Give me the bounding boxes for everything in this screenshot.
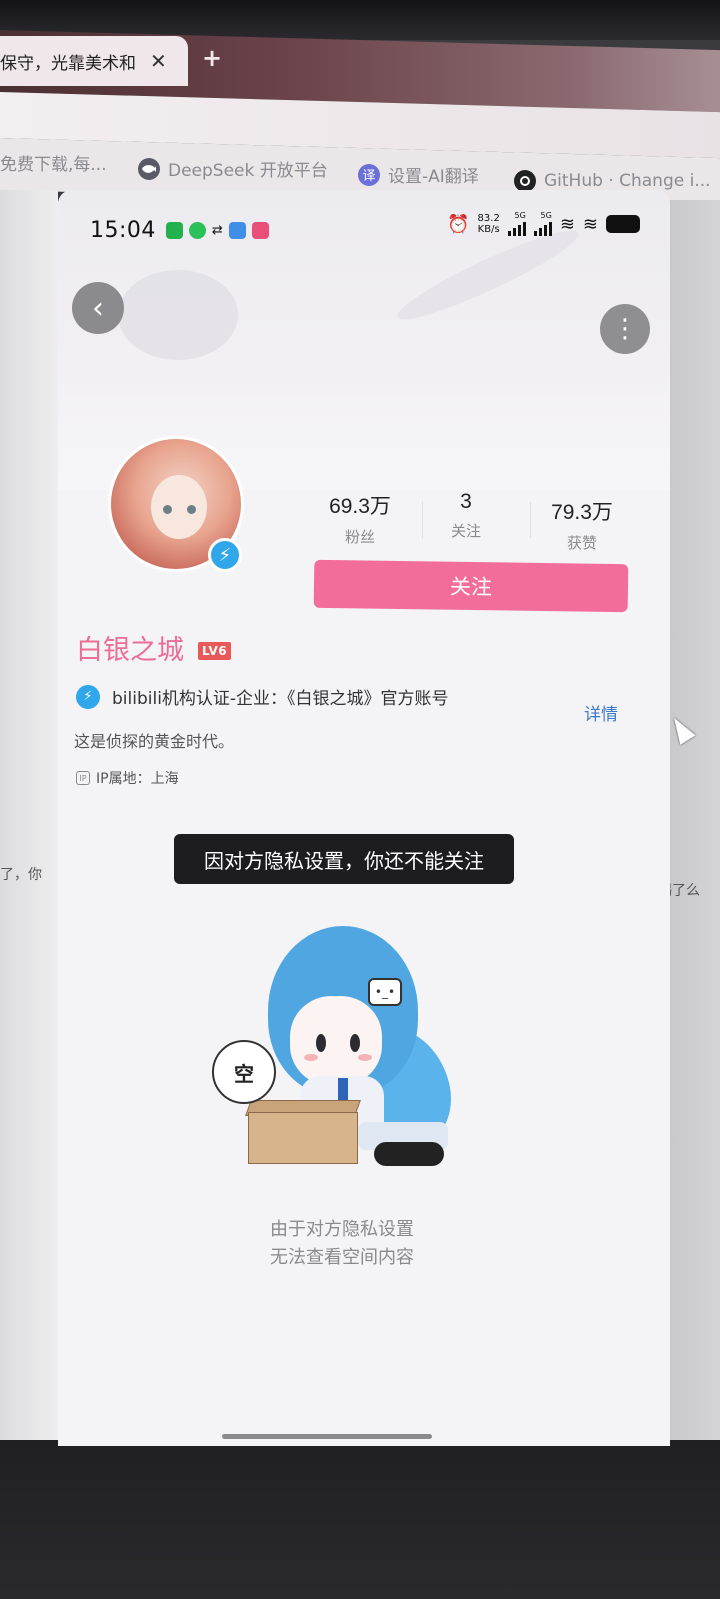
bookmark-label: GitHub · Change i... [544,171,711,191]
notification-app-icon [228,221,246,239]
illustration-part [358,1054,372,1061]
illustration-part [374,1142,444,1166]
stat-label: 关注 [450,522,481,540]
network-speed: 83.2 KB/s [478,213,500,235]
deepseek-whale-icon [138,157,160,180]
empty-state-illustration: •_• 空 [208,916,468,1186]
stat-value: 79.3万 [551,501,613,524]
phone-screen: 15:04 ⇄ ⏰ 83.2 KB/s 5G 5G ≋ ≋ ‹ ⋮ ⚡ 69.3… [58,190,670,1446]
level-badge: LV6 [198,641,232,660]
network-speed-unit: KB/s [477,224,500,235]
divider [530,502,531,538]
stat-label: 获赞 [566,534,597,552]
notification-app-icon [251,221,269,239]
bookmark-item-deepseek[interactable]: DeepSeek 开放平台 [138,156,328,181]
empty-state-line2: 无法查看空间内容 [270,1247,414,1268]
avatar-face [151,475,207,539]
signal-strength-icon: 5G [533,211,552,236]
verified-lightning-icon: ⚡ [208,538,242,572]
profile-bio: 这是侦探的黄金时代。 [74,732,235,751]
follow-button[interactable]: 关注 [313,559,629,613]
signal-label: 5G [540,211,552,220]
details-link[interactable]: 详情 [584,700,618,725]
bookmark-label: 设置-AI翻译 [388,167,479,187]
stat-value: 69.3万 [329,495,391,518]
sync-icon: ⇄ [211,222,223,238]
bookmark-item-translate[interactable]: 译 设置-AI翻译 [358,162,479,187]
alarm-icon: ⏰ [447,213,470,235]
profile-stats: 69.3万 粉丝 3 关注 79.3万 获赞 [318,490,638,553]
github-icon [514,170,536,192]
monitor-bezel-bottom [0,1440,720,1599]
tab-close-icon[interactable]: ✕ [150,49,167,73]
verified-lightning-icon: ⚡ [76,684,100,709]
notification-icons: ⇄ [165,221,269,239]
ip-location-row: IP IP属地：上海 [76,768,179,788]
username: 白银之城 [76,635,184,666]
more-options-button[interactable]: ⋮ [600,304,650,354]
avatar-eye [187,505,196,514]
back-button[interactable]: ‹ [72,282,124,334]
stat-following[interactable]: 3 关注 [416,490,516,541]
ip-icon: IP [76,771,90,785]
battery-icon [606,215,640,233]
wifi-icon: ≋ [582,213,598,235]
cover-decoration [118,270,238,360]
bookmark-item-github[interactable]: GitHub · Change i... [514,170,711,192]
bookmark-item[interactable]: 免费下载,每... [0,150,107,175]
empty-state-text: 由于对方隐私设置 无法查看空间内容 [242,1216,442,1272]
desktop-background-right [668,200,720,1450]
illustration-part [316,1034,326,1052]
avatar-eye [163,505,172,514]
chevron-left-icon: ‹ [92,290,104,326]
wechat-icon [188,221,206,239]
signal-label: 5G [514,211,526,220]
certification-text: bilibili机构认证-企业：《白银之城》官方账号 [112,689,449,709]
illustration-part [290,996,382,1086]
bilibili-tv-icon: •_• [368,978,402,1006]
stat-value: 3 [460,490,472,513]
more-vertical-icon: ⋮ [612,314,638,344]
status-time: 15:04 [90,217,156,243]
certification-row: ⚡ bilibili机构认证-企业：《白银之城》官方账号 [76,684,636,709]
username-row: 白银之城 LV6 [76,628,232,667]
bookmark-label: DeepSeek 开放平台 [168,161,328,181]
bookmark-label: 免费下载,每... [0,155,107,175]
stat-fans[interactable]: 69.3万 粉丝 [310,490,410,547]
ip-location: IP属地：上海 [96,771,179,787]
stat-label: 粉丝 [344,528,375,546]
stat-likes[interactable]: 79.3万 获赞 [532,496,632,553]
desktop-background-left [0,190,58,1450]
speech-bubble: 空 [212,1040,276,1104]
network-speed-value: 83.2 [477,213,500,224]
wifi-icon: ≋ [559,213,575,235]
toast-message: 因对方隐私设置，你还不能关注 [174,834,514,884]
illustration-part [350,1034,360,1052]
cardboard-box-icon [248,1112,358,1164]
tab-title: 保守，光靠美术和 [0,53,136,74]
status-bar-right: ⏰ 83.2 KB/s 5G 5G ≋ ≋ [447,212,640,236]
home-indicator[interactable] [222,1434,432,1439]
signal-strength-icon: 5G [507,211,526,236]
translate-icon: 译 [358,163,380,186]
browser-tab-active[interactable]: 保守，光靠美术和 ✕ [0,36,188,86]
empty-state-line1: 由于对方隐私设置 [270,1219,414,1240]
new-tab-button[interactable]: + [202,44,222,72]
notification-app-icon [165,221,183,239]
desktop-text-left: 了，你 [0,867,42,883]
illustration-part [304,1054,318,1061]
